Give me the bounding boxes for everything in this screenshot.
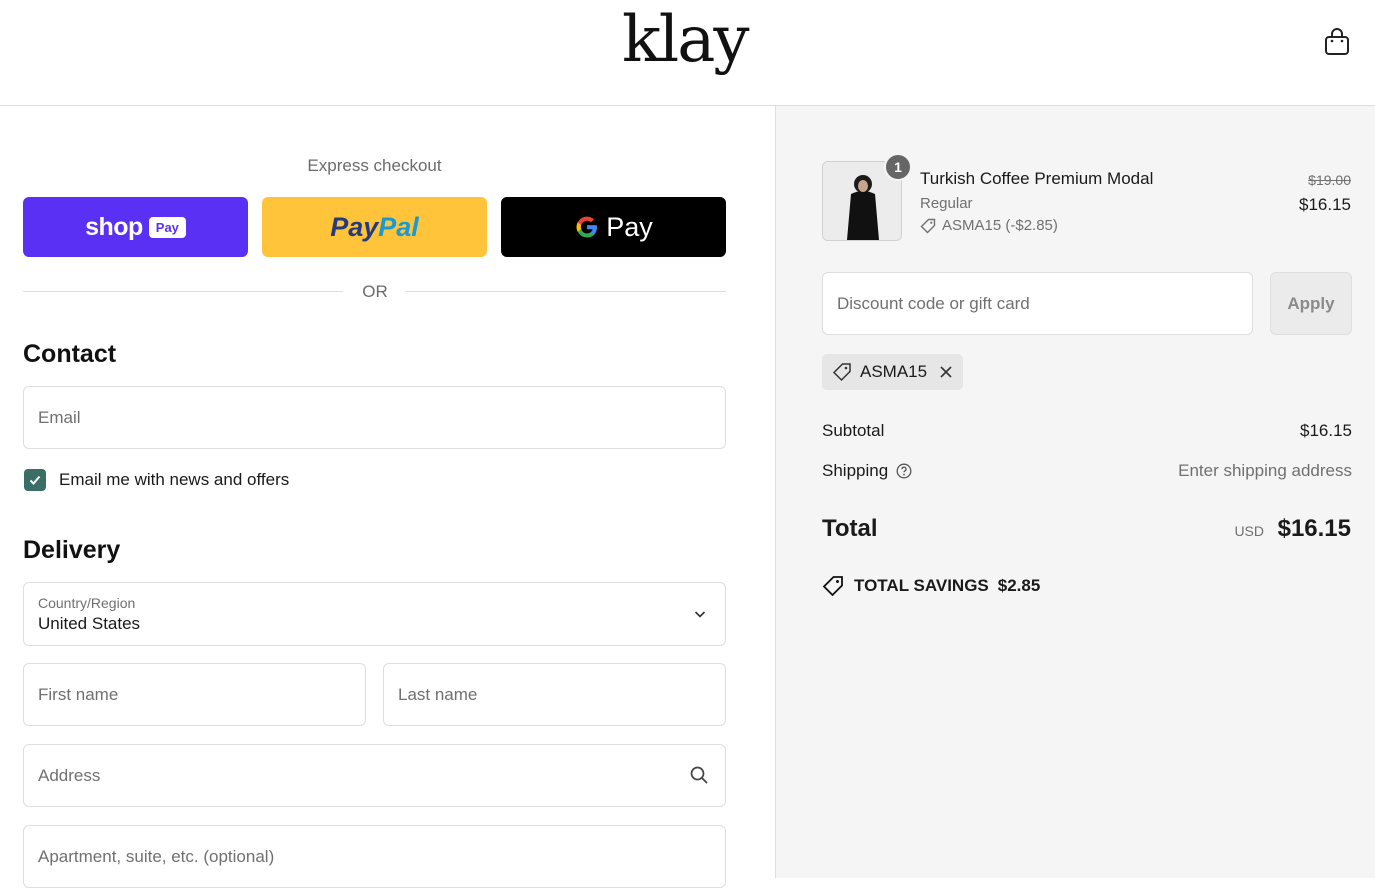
item-price: $16.15 [1299,195,1351,214]
last-name-input[interactable] [384,664,725,725]
product-discount: ASMA15 (-$2.85) [920,217,1058,234]
apartment-field[interactable] [23,825,726,888]
shop-pay-button[interactable]: shop Pay [23,197,248,257]
total-value: $16.15 [1277,515,1351,542]
savings-value: $2.85 [997,576,1041,595]
subtotal-value: $16.15 [1300,421,1352,440]
address-field[interactable] [23,744,726,807]
email-input[interactable] [24,387,725,448]
last-name-field[interactable] [383,663,726,726]
country-value: United States [38,614,141,633]
applied-discount-chip: ASMA15 [822,354,964,390]
paypal-button[interactable]: PayPal [262,197,487,257]
address-input[interactable] [24,745,725,806]
contact-title: Contact [23,340,117,368]
first-name-input[interactable] [24,664,365,725]
original-price: $19.00 [1308,172,1351,188]
newsletter-label[interactable]: Email me with news and offers [59,470,289,490]
discount-input[interactable] [823,273,1252,334]
checkmark-icon [29,475,41,485]
delivery-title: Delivery [23,536,121,564]
apply-button[interactable]: Apply [1270,272,1352,335]
search-icon[interactable] [689,765,709,785]
newsletter-checkbox[interactable] [24,469,46,491]
chevron-down-icon [694,611,706,618]
header: klay [0,0,1375,106]
country-select[interactable]: Country/Region United States [23,582,726,646]
total-currency: USD [1234,523,1264,539]
divider-right [405,291,726,292]
savings-label: TOTAL SAVINGS [854,576,989,595]
google-g-icon [576,216,598,238]
paypal-logo: PayPal [330,211,419,242]
first-name-field[interactable] [23,663,366,726]
shipping-label-wrap: Shipping [822,461,912,481]
product-variant: Regular [920,195,973,212]
shop-pay-word: shop [85,212,143,241]
subtotal-label: Subtotal [822,421,885,440]
country-label: Country/Region [38,595,136,611]
help-icon[interactable] [896,463,912,479]
total-savings: TOTAL SAVINGS $2.85 [822,575,1040,597]
shopping-bag-icon[interactable] [1323,27,1351,57]
or-divider-text: OR [362,282,388,301]
store-logo[interactable]: klay [622,0,750,80]
discount-field[interactable] [822,272,1253,335]
checkout-form: Express checkout shop Pay PayPal Pay OR … [0,106,775,888]
applied-discount-code: ASMA15 [860,362,928,381]
tag-icon [832,363,851,382]
shipping-value: Enter shipping address [1178,461,1352,480]
product-name: Turkish Coffee Premium Modal [920,169,1154,188]
tag-icon [920,218,936,233]
order-summary: 1 Turkish Coffee Premium Modal Regular A… [775,106,1375,878]
savings-tag-icon [822,576,843,597]
total-label: Total [822,515,878,542]
google-pay-button[interactable]: Pay [501,197,726,257]
quantity-badge: 1 [884,153,912,181]
divider-left [23,291,343,292]
express-checkout-label: Express checkout [307,156,442,175]
shipping-label: Shipping [822,461,889,480]
shop-pay-badge: Pay [148,216,186,238]
remove-discount-icon[interactable] [939,365,953,379]
google-pay-logo: Pay [574,212,653,243]
email-field[interactable] [23,386,726,449]
